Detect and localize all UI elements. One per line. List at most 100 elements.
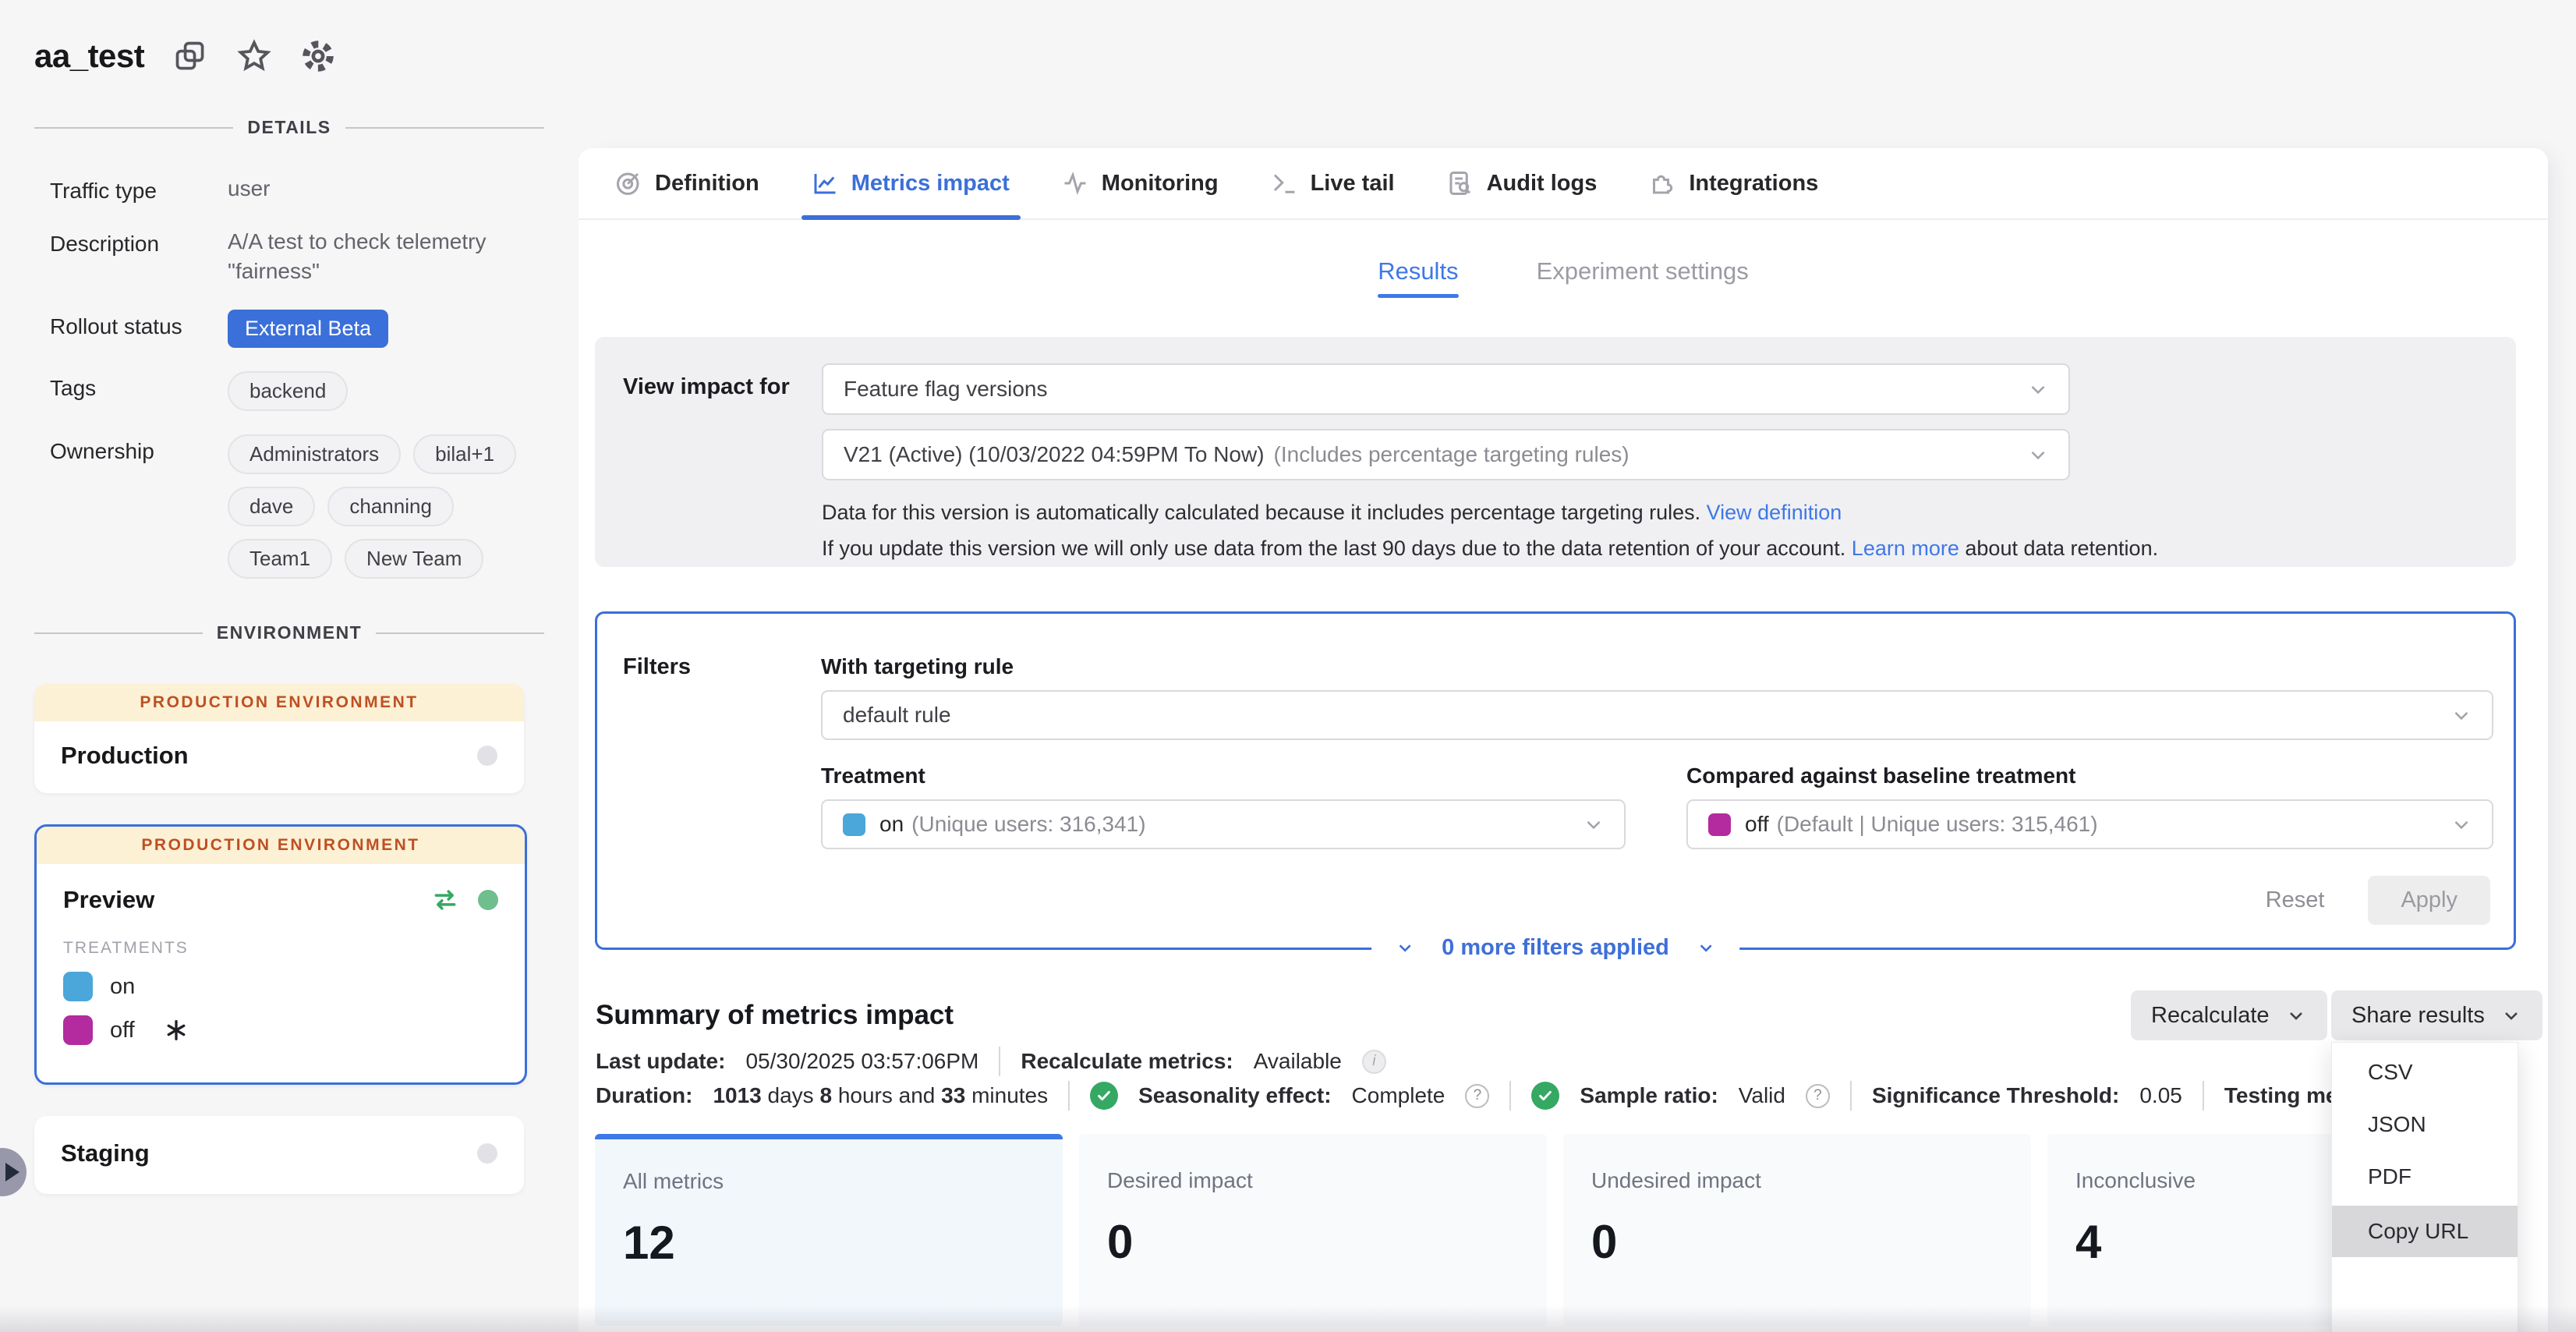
check-icon (1531, 1082, 1559, 1110)
card-desired-impact[interactable]: Desired impact 0 (1079, 1134, 1547, 1326)
sidebar: DETAILS Traffic type user Description A/… (0, 117, 579, 1225)
treatments-label: TREATMENTS (63, 939, 498, 958)
baseline-treatment-select[interactable]: off (Default | Unique users: 315,461) (1686, 799, 2493, 849)
chevron-down-icon (1395, 937, 1415, 958)
chevron-down-icon (2500, 1004, 2522, 1026)
metric-cards: All metrics 12 Desired impact 0 Undesire… (595, 1134, 2515, 1326)
more-filters-toggle[interactable]: 0 more filters applied (1371, 930, 1739, 965)
targeting-rule-label: With targeting rule (821, 654, 1014, 679)
version-help-text: Data for this version is automatically c… (822, 494, 2158, 566)
environment-card-production[interactable]: PRODUCTION ENVIRONMENT Production (34, 684, 524, 793)
learn-more-link[interactable]: Learn more (1852, 537, 1959, 560)
environment-title: ENVIRONMENT (217, 622, 362, 643)
chevron-down-icon (2026, 443, 2050, 466)
environment-status-dot (477, 746, 497, 766)
filters-panel: Filters With targeting rule default rule… (595, 611, 2516, 950)
tab-bar: Definition Metrics impact Monitoring Liv… (579, 148, 2548, 220)
tab-integrations[interactable]: Integrations (1648, 148, 1818, 218)
version-select[interactable]: V21 (Active) (10/03/2022 04:59PM To Now)… (822, 429, 2070, 480)
recalculate-button[interactable]: Recalculate (2131, 990, 2327, 1040)
chevron-down-icon (2450, 813, 2473, 836)
favorite-button[interactable] (236, 38, 272, 74)
tab-monitoring[interactable]: Monitoring (1061, 148, 1219, 218)
environment-card-preview[interactable]: PRODUCTION ENVIRONMENT Preview TREATMENT… (34, 824, 527, 1085)
description-row: Description A/A test to check telemetry … (50, 227, 535, 286)
sub-tabs: Results Experiment settings (579, 257, 2548, 298)
chevron-down-icon (1696, 937, 1716, 958)
menu-item-copy-url[interactable]: Copy URL (2332, 1206, 2518, 1257)
share-results-button[interactable]: Share results (2331, 990, 2542, 1040)
help-icon[interactable]: ? (1465, 1084, 1489, 1108)
environment-card-staging[interactable]: Staging (34, 1116, 524, 1194)
card-undesired-impact[interactable]: Undesired impact 0 (1563, 1134, 2031, 1326)
ownership-row: Ownership Administrators bilal+1 dave ch… (50, 434, 535, 579)
view-impact-label: View impact for (623, 374, 790, 400)
menu-item-json[interactable]: JSON (2332, 1098, 2518, 1150)
treatment-label: Treatment (821, 763, 925, 788)
treatment-on-swatch (843, 813, 865, 836)
copy-icon (173, 39, 207, 73)
menu-item-pdf[interactable]: PDF (2332, 1150, 2518, 1203)
treatment-select[interactable]: on (Unique users: 316,341) (821, 799, 1626, 849)
share-results-menu: CSV JSON PDF Copy URL (2331, 1042, 2518, 1332)
traffic-type-row: Traffic type user (50, 174, 535, 204)
environment-status-dot-active (478, 890, 498, 910)
details-section-header: DETAILS (34, 117, 544, 138)
settings-button[interactable] (300, 38, 336, 74)
baseline-label: Compared against baseline treatment (1686, 763, 2075, 788)
view-impact-panel: View impact for Feature flag versions V2… (595, 337, 2516, 567)
environment-section-header: ENVIRONMENT (34, 622, 544, 643)
tab-live-tail[interactable]: Live tail (1270, 148, 1395, 218)
treatment-off-swatch (1708, 813, 1731, 836)
help-icon[interactable]: ? (1806, 1084, 1830, 1108)
tag-pill[interactable]: backend (228, 371, 348, 411)
tab-definition[interactable]: Definition (614, 148, 759, 218)
production-environment-banner: PRODUCTION ENVIRONMENT (34, 684, 524, 721)
treatment-on-swatch (63, 972, 93, 1001)
tab-audit-logs[interactable]: Audit logs (1446, 148, 1598, 218)
view-definition-link[interactable]: View definition (1707, 501, 1842, 524)
environment-name: Staging (61, 1139, 477, 1167)
menu-item-csv[interactable]: CSV (2332, 1046, 2518, 1098)
owner-pill[interactable]: Administrators (228, 434, 401, 474)
environment-name: Preview (63, 886, 430, 914)
reset-button[interactable]: Reset (2266, 887, 2325, 913)
owner-pill[interactable]: dave (228, 487, 315, 526)
tab-metrics-impact[interactable]: Metrics impact (811, 148, 1010, 218)
gear-icon (300, 38, 336, 74)
impact-source-select[interactable]: Feature flag versions (822, 363, 2070, 415)
filters-label: Filters (623, 654, 691, 680)
tags-row: Tags backend (50, 371, 535, 411)
swap-arrows-icon (430, 884, 461, 916)
environment-status-dot (477, 1143, 497, 1164)
main-panel: Definition Metrics impact Monitoring Liv… (579, 148, 2548, 1332)
default-treatment-asterisk-icon (163, 1017, 189, 1043)
treatment-off-swatch (63, 1015, 93, 1045)
apply-button[interactable]: Apply (2368, 876, 2490, 925)
targeting-rule-select[interactable]: default rule (821, 690, 2493, 740)
info-icon[interactable]: i (1362, 1050, 1386, 1074)
chevron-down-icon (1582, 813, 1605, 836)
chevron-down-icon (2285, 1004, 2307, 1026)
rollout-status-badge[interactable]: External Beta (228, 310, 388, 348)
owner-pill[interactable]: bilal+1 (413, 434, 516, 474)
treatment-on-row: on (63, 972, 498, 1001)
star-icon (236, 38, 272, 74)
rollout-status-row: Rollout status External Beta (50, 310, 535, 348)
status-line-1: Last update: 05/30/2025 03:57:06PM Recal… (596, 1047, 1386, 1076)
subtab-results[interactable]: Results (1378, 257, 1458, 298)
treatment-off-row: off (63, 1015, 498, 1045)
chevron-down-icon (2450, 703, 2473, 727)
copy-name-button[interactable] (172, 38, 208, 74)
terminal-icon (1270, 169, 1298, 197)
subtab-experiment-settings[interactable]: Experiment settings (1537, 257, 1749, 298)
card-all-metrics[interactable]: All metrics 12 (595, 1134, 1063, 1326)
chevron-down-icon (2026, 377, 2050, 401)
environment-name: Production (61, 742, 477, 770)
owner-pill[interactable]: Team1 (228, 539, 332, 579)
page-title: aa_test (34, 37, 144, 75)
owner-pill[interactable]: New Team (345, 539, 483, 579)
owner-pill[interactable]: channing (327, 487, 454, 526)
check-icon (1090, 1082, 1118, 1110)
puzzle-icon (1648, 169, 1676, 197)
